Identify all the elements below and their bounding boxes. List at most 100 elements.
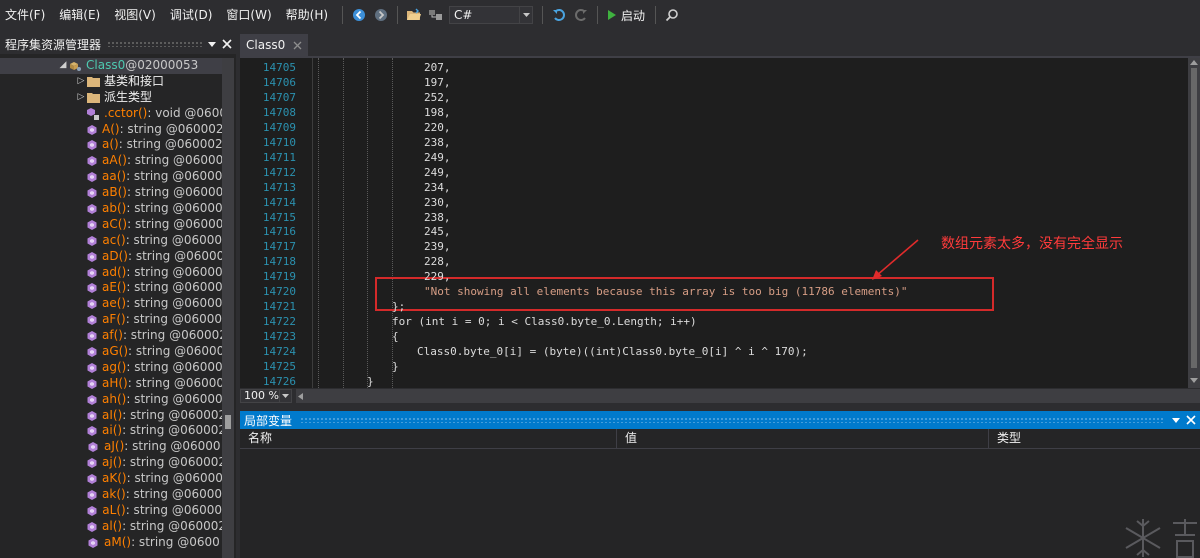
tree-item-method[interactable]: af() : string @060002: [0, 328, 222, 344]
menu-file[interactable]: 文件(F): [0, 0, 54, 30]
tree-item-method[interactable]: ai() : string @060002: [0, 423, 222, 439]
tree-item-method[interactable]: ab() : string @06000: [0, 201, 222, 217]
method-name: aM(): [104, 534, 132, 549]
method-name: ad(): [102, 264, 127, 279]
expand-icon[interactable]: ▷: [76, 74, 86, 90]
panel-dropdown-icon[interactable]: [208, 41, 216, 47]
menu-edit[interactable]: 编辑(E): [54, 0, 109, 30]
collapse-icon[interactable]: ◢: [58, 58, 68, 74]
method-signature: : string @060002: [122, 518, 222, 533]
locals-title: 局部变量: [244, 413, 293, 428]
tree-item-class[interactable]: ◢ Class0 @02000053: [0, 58, 222, 74]
folder-icon: [86, 91, 100, 104]
tree-item-method[interactable]: aA() : string @06000: [0, 153, 222, 169]
method-name: ak(): [102, 487, 126, 502]
tree-item-method[interactable]: aE() : string @06000: [0, 280, 222, 296]
chevron-down-icon[interactable]: [280, 389, 292, 403]
tree-item-method[interactable]: aI() : string @060002: [0, 408, 222, 424]
tree-item-method[interactable]: A() : string @060002: [0, 122, 222, 138]
tree-item-method[interactable]: aa() : string @06000: [0, 169, 222, 185]
method-name: .cctor(): [104, 105, 148, 120]
tree-item-method[interactable]: .cctor() : void @0600: [0, 106, 222, 122]
language-select[interactable]: C#: [449, 6, 534, 24]
tree-scrollbar[interactable]: [222, 58, 234, 558]
assembly-tree[interactable]: ◢ Class0 @02000053 ▷ 基类和接口 ▷ 派生类型 .cctor() : v…: [0, 58, 222, 558]
method-icon: [86, 488, 98, 501]
tree-item-method[interactable]: aF() : string @06000: [0, 312, 222, 328]
panel-dropdown-icon[interactable]: [1172, 417, 1180, 423]
tree-item-folder[interactable]: ▷ 派生类型: [0, 90, 222, 106]
toolbar-separator: [397, 6, 399, 24]
scroll-left-icon[interactable]: [298, 393, 303, 400]
scroll-up-icon[interactable]: [1190, 60, 1198, 65]
tree-item-method[interactable]: aG() : string @06000: [0, 344, 222, 360]
editor-vertical-scrollbar[interactable]: [1188, 58, 1200, 388]
panel-grip: [300, 417, 1164, 423]
menu-help[interactable]: 帮助(H): [281, 0, 337, 30]
line-number: 14709: [262, 120, 296, 134]
menu-debug[interactable]: 调试(D): [165, 0, 222, 30]
code-text: 234,: [424, 180, 451, 194]
tree-item-method[interactable]: a() : string @060002: [0, 137, 222, 153]
tree-item-method[interactable]: aL() : string @06000: [0, 503, 222, 519]
close-icon[interactable]: [222, 39, 232, 49]
editor-scrollbar-thumb[interactable]: [1191, 68, 1197, 368]
method-signature: : string @06000: [128, 344, 222, 359]
toolbar-separator: [542, 6, 544, 24]
method-icon: [86, 139, 98, 152]
tree-item-method[interactable]: ag() : string @06000: [0, 360, 222, 376]
tree-item-method[interactable]: aC() : string @06000: [0, 217, 222, 233]
editor-horizontal-scrollbar[interactable]: [296, 389, 1200, 403]
column-type[interactable]: 类型: [989, 429, 1200, 448]
tree-item-method[interactable]: al() : string @060002: [0, 519, 222, 535]
expand-icon[interactable]: ▷: [76, 90, 86, 106]
method-name: aI(): [102, 407, 123, 422]
tree-item-method[interactable]: ad() : string @06000: [0, 265, 222, 281]
method-signature: : string @060002: [122, 407, 222, 422]
tree-scrollbar-thumb[interactable]: [225, 415, 231, 429]
open-button[interactable]: [404, 5, 424, 25]
language-value: C#: [454, 8, 473, 22]
tree-item-folder[interactable]: ▷ 基类和接口: [0, 74, 222, 90]
method-icon: [86, 345, 98, 358]
code-editor[interactable]: 数组元素太多，没有完全显示 14705 207, 14706 197, 14707 252…: [240, 58, 1188, 388]
code-line: 14706 197,: [240, 75, 1188, 90]
tree-item-method[interactable]: ah() : string @06000: [0, 392, 222, 408]
close-icon[interactable]: [1186, 415, 1196, 425]
method-name: aK(): [102, 471, 127, 486]
search-button[interactable]: [662, 5, 682, 25]
tree-item-method[interactable]: ak() : string @06000: [0, 487, 222, 503]
zoom-select[interactable]: 100 %: [240, 389, 280, 403]
tree-item-label: 基类和接口: [104, 73, 165, 88]
close-icon[interactable]: [293, 41, 302, 50]
tree-item-method[interactable]: aD() : string @06000: [0, 249, 222, 265]
line-number: 14719: [262, 270, 296, 284]
tab-class0[interactable]: Class0: [240, 34, 309, 56]
undo-button[interactable]: [549, 5, 569, 25]
code-line: 14716 245,: [240, 224, 1188, 239]
line-number: 14726: [262, 374, 296, 388]
back-button[interactable]: [349, 5, 369, 25]
method-icon: [86, 409, 98, 422]
line-number: 14724: [262, 345, 296, 359]
column-value[interactable]: 值: [617, 429, 989, 448]
tree-item-method[interactable]: ae() : string @06000: [0, 296, 222, 312]
column-name[interactable]: 名称: [240, 429, 617, 448]
tree-item-method[interactable]: aJ() : string @06000: [0, 439, 222, 455]
line-number: 14710: [262, 135, 296, 149]
scroll-down-icon[interactable]: [1190, 378, 1198, 383]
tree-item-method[interactable]: aj() : string @060002: [0, 455, 222, 471]
tree-item-method[interactable]: aH() : string @06000: [0, 376, 222, 392]
tree-item-method[interactable]: aK() : string @06000: [0, 471, 222, 487]
forward-button[interactable]: [371, 5, 391, 25]
method-icon: [86, 377, 98, 390]
tree-item-method[interactable]: aB() : string @06000: [0, 185, 222, 201]
menu-window[interactable]: 窗口(W): [221, 0, 280, 30]
menu-view[interactable]: 视图(V): [109, 0, 165, 30]
assembly-button[interactable]: [426, 5, 446, 25]
code-text: 238,: [424, 135, 451, 149]
redo-button[interactable]: [571, 5, 591, 25]
start-button[interactable]: 启动: [607, 7, 645, 24]
tree-item-method[interactable]: aM() : string @0600: [0, 535, 222, 551]
tree-item-method[interactable]: ac() : string @06000: [0, 233, 222, 249]
